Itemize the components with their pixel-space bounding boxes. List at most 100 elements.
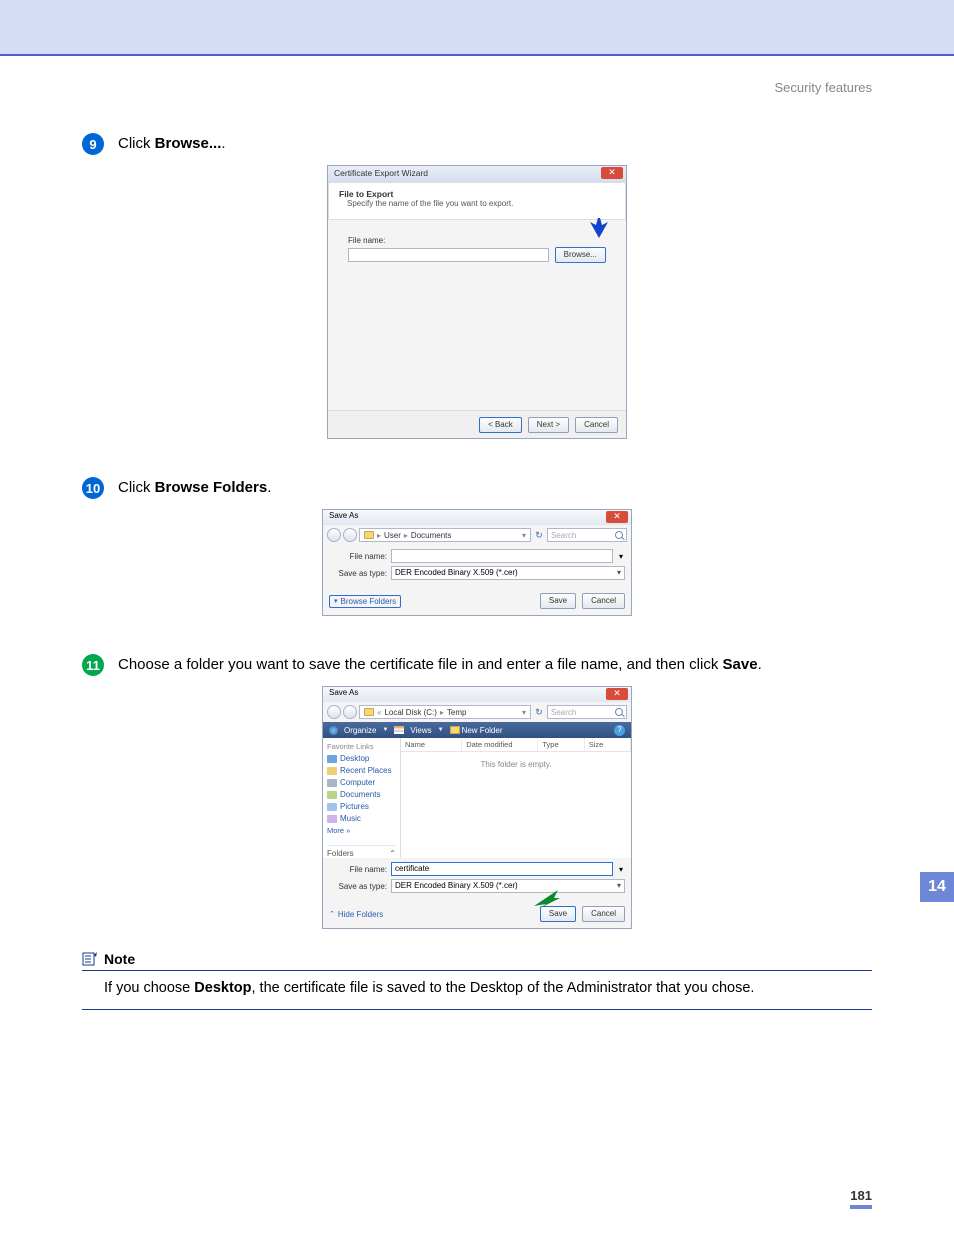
chevron-down-icon[interactable]: ▼: [382, 727, 388, 733]
note-title: Note: [104, 951, 135, 967]
page-number: 181: [850, 1188, 872, 1209]
dialog-titlebar[interactable]: Save As ✕: [323, 687, 631, 702]
dialog-title: Save As: [329, 511, 358, 520]
breadcrumb[interactable]: ▸ User ▸ Documents ▾: [359, 528, 531, 542]
hide-folders-button[interactable]: ⌃ Hide Folders: [329, 910, 383, 919]
text: .: [758, 656, 762, 673]
empty-folder-message: This folder is empty.: [401, 752, 631, 777]
chevron-down-icon: ▾: [334, 597, 338, 605]
chevron-right-icon: ▸: [440, 708, 444, 717]
step-text: Click Browse Folders.: [118, 477, 271, 499]
crumb-item[interactable]: Local Disk (C:): [384, 708, 436, 717]
close-icon[interactable]: ✕: [606, 688, 628, 700]
text: , the certificate file is saved to the D…: [252, 980, 755, 996]
organize-icon: [329, 726, 338, 735]
col-date[interactable]: Date modified: [462, 738, 538, 751]
close-icon[interactable]: ✕: [606, 511, 628, 523]
chevron-up-icon: ⌃: [389, 849, 396, 858]
save-button[interactable]: Save: [540, 906, 576, 922]
step-text: Click Browse....: [118, 133, 226, 155]
folders-tree-heading[interactable]: Folders ⌃: [327, 845, 396, 858]
text-bold: Save: [723, 656, 758, 673]
next-button[interactable]: Next >: [528, 417, 569, 433]
crumb-item[interactable]: User: [384, 531, 401, 540]
views-icon: [394, 726, 404, 734]
step-number-badge: 9: [82, 133, 104, 155]
browse-button[interactable]: Browse...: [555, 247, 606, 263]
file-name-input[interactable]: [348, 248, 549, 262]
new-folder-label: New Folder: [462, 726, 503, 735]
note-icon: [82, 951, 98, 967]
file-list-header[interactable]: Name Date modified Type Size: [401, 738, 631, 752]
save-as-type-label: Save as type:: [329, 882, 387, 891]
text-bold: Browse Folders: [155, 479, 268, 496]
chevron-right-icon: ▸: [404, 531, 408, 540]
close-icon[interactable]: ✕: [601, 167, 623, 179]
chevron-down-icon[interactable]: ▼: [438, 727, 444, 733]
explorer-toolbar: Organize ▼ Views ▼ New Folder ?: [323, 722, 631, 738]
documents-icon: [327, 791, 337, 799]
text: If you choose: [104, 980, 194, 996]
col-name[interactable]: Name: [401, 738, 462, 751]
fav-computer[interactable]: Computer: [327, 778, 396, 787]
text: Choose a folder you want to save the cer…: [118, 656, 723, 673]
fav-desktop[interactable]: Desktop: [327, 754, 396, 763]
chevron-down-icon[interactable]: ▾: [617, 865, 625, 874]
save-as-type-label: Save as type:: [329, 569, 387, 578]
save-as-type-dropdown[interactable]: DER Encoded Binary X.509 (*.cer): [391, 566, 625, 580]
nav-back-icon[interactable]: [327, 528, 341, 542]
fav-music[interactable]: Music: [327, 814, 396, 823]
file-name-input[interactable]: [391, 549, 613, 563]
chevron-down-icon[interactable]: ▾: [522, 531, 526, 540]
text: Click: [118, 479, 155, 496]
section-header: Security features: [0, 56, 954, 95]
breadcrumb[interactable]: « Local Disk (C:) ▸ Temp ▾: [359, 705, 531, 719]
computer-icon: [327, 779, 337, 787]
dialog-titlebar[interactable]: Save As ✕: [323, 510, 631, 525]
nav-back-icon[interactable]: [327, 705, 341, 719]
fav-more[interactable]: More »: [327, 826, 396, 835]
organize-menu[interactable]: Organize: [344, 726, 376, 735]
new-folder-button[interactable]: New Folder: [450, 726, 503, 735]
step-9: 9 Click Browse....: [82, 133, 872, 155]
cancel-button[interactable]: Cancel: [575, 417, 618, 433]
fav-pictures[interactable]: Pictures: [327, 802, 396, 811]
chevron-up-icon: ⌃: [329, 910, 335, 918]
col-type[interactable]: Type: [538, 738, 584, 751]
cancel-button[interactable]: Cancel: [582, 593, 625, 609]
save-as-type-dropdown[interactable]: DER Encoded Binary X.509 (*.cer): [391, 879, 625, 893]
refresh-icon[interactable]: ↻: [533, 529, 545, 541]
browse-folders-label: Browse Folders: [341, 597, 397, 606]
fav-documents[interactable]: Documents: [327, 790, 396, 799]
chevron-down-icon[interactable]: ▾: [617, 552, 625, 561]
text-bold: Browse...: [155, 135, 222, 152]
search-input[interactable]: Search: [547, 528, 627, 542]
desktop-icon: [327, 755, 337, 763]
crumb-item[interactable]: Temp: [447, 708, 467, 717]
folder-icon: [364, 531, 374, 539]
col-size[interactable]: Size: [585, 738, 631, 751]
save-button[interactable]: Save: [540, 593, 576, 609]
search-icon: [615, 708, 623, 716]
nav-forward-icon[interactable]: [343, 705, 357, 719]
back-button[interactable]: < Back: [479, 417, 522, 433]
search-input[interactable]: Search: [547, 705, 627, 719]
cancel-button[interactable]: Cancel: [582, 906, 625, 922]
file-name-input[interactable]: certificate: [391, 862, 613, 876]
chevron-down-icon[interactable]: ▾: [522, 708, 526, 717]
note-block: Note If you choose Desktop, the certific…: [82, 951, 872, 1010]
fav-label: Documents: [340, 790, 380, 799]
browse-folders-button[interactable]: ▾ Browse Folders: [329, 595, 401, 608]
nav-forward-icon[interactable]: [343, 528, 357, 542]
folder-icon: [450, 726, 460, 734]
certificate-export-wizard-dialog: Certificate Export Wizard ✕ File to Expo…: [327, 165, 627, 439]
views-menu[interactable]: Views: [410, 726, 431, 735]
dialog-titlebar[interactable]: Certificate Export Wizard ✕: [328, 166, 626, 182]
crumb-item[interactable]: Documents: [411, 531, 451, 540]
fav-label: Desktop: [340, 754, 369, 763]
help-icon[interactable]: ?: [614, 725, 625, 736]
music-icon: [327, 815, 337, 823]
refresh-icon[interactable]: ↻: [533, 706, 545, 718]
fav-recent-places[interactable]: Recent Places: [327, 766, 396, 775]
text: .: [221, 135, 225, 152]
